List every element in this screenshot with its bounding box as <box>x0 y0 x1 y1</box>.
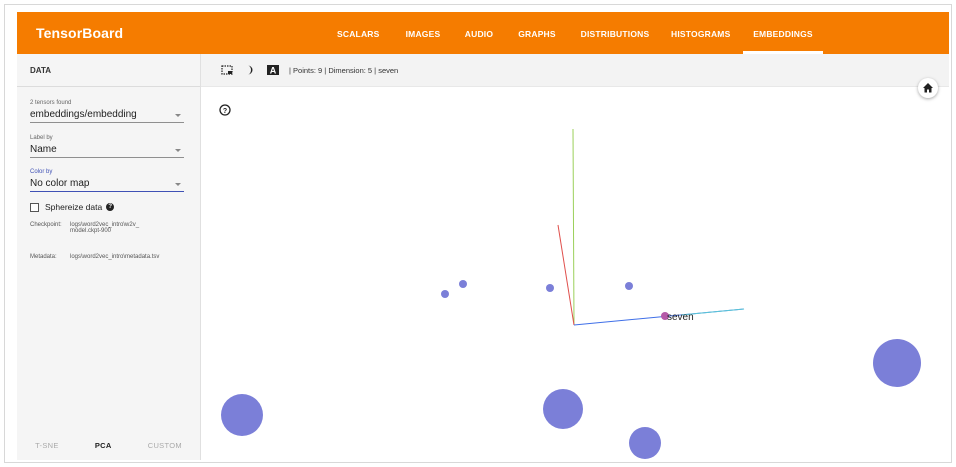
label-by-value[interactable]: Name <box>30 143 184 158</box>
point[interactable] <box>625 282 633 290</box>
help-icon[interactable]: ? <box>219 104 231 116</box>
metadata-value: logs\word2vec_intro\metadata.tsv <box>70 254 160 260</box>
projector-window: TensorBoard SCALARS IMAGES AUDIO GRAPHS … <box>4 4 952 463</box>
point[interactable] <box>543 389 583 429</box>
metadata-key: Metadata: <box>30 254 57 260</box>
tab-images[interactable]: IMAGES <box>403 12 443 54</box>
top-app-bar: TensorBoard SCALARS IMAGES AUDIO GRAPHS … <box>17 12 949 54</box>
help-icon[interactable]: ? <box>106 203 115 211</box>
tab-pca[interactable]: PCA <box>95 441 112 450</box>
points-status: | Points: 9 | Dimension: 5 | seven <box>289 66 399 75</box>
chevron-down-icon <box>175 149 181 152</box>
tab-audio[interactable]: AUDIO <box>461 12 497 54</box>
color-by-select[interactable]: Color by No color map <box>30 169 184 192</box>
label-by-text: Name <box>30 144 57 155</box>
point[interactable] <box>441 290 449 298</box>
tensor-select-label: 2 tensors found <box>30 100 72 106</box>
projector-toolbar: A | Points: 9 | Dimension: 5 | seven <box>201 54 949 87</box>
projection-canvas[interactable]: ? seven <box>201 87 949 460</box>
tab-scalars[interactable]: SCALARS <box>337 12 379 54</box>
checkpoint-row: Checkpoint: logs\word2vec_intro\w2v_ mod… <box>30 222 180 234</box>
color-by-value[interactable]: No color map <box>30 177 184 192</box>
label-by-select[interactable]: Label by Name <box>30 135 184 158</box>
tensor-select-text: embeddings/embedding <box>30 109 137 120</box>
point[interactable] <box>459 280 467 288</box>
tab-embeddings[interactable]: EMBEDDINGS <box>743 12 823 54</box>
night-mode-icon[interactable] <box>245 65 257 75</box>
y-axis <box>572 128 575 326</box>
chevron-down-icon <box>175 114 181 117</box>
chevron-down-icon <box>175 183 181 186</box>
tensor-select[interactable]: 2 tensors found embeddings/embedding <box>30 100 184 123</box>
checkpoint-value: logs\word2vec_intro\w2v_ model.ckpt-900 <box>70 222 140 234</box>
label-by-label: Label by <box>30 135 53 141</box>
select-rectangle-icon[interactable] <box>221 65 233 75</box>
point[interactable] <box>629 427 661 459</box>
label-toggle-icon[interactable]: A <box>267 65 279 75</box>
color-by-label: Color by <box>30 169 53 175</box>
sphereize-checkbox[interactable] <box>30 202 39 212</box>
tab-distributions[interactable]: DISTRIBUTIONS <box>579 12 651 54</box>
point[interactable] <box>546 284 554 292</box>
nav-tabs: SCALARS IMAGES AUDIO GRAPHS DISTRIBUTION… <box>17 12 949 54</box>
tab-graphs[interactable]: GRAPHS <box>517 12 557 54</box>
tensor-select-value[interactable]: embeddings/embedding <box>30 108 184 123</box>
point-label: seven <box>667 312 694 323</box>
tab-custom[interactable]: CUSTOM <box>148 441 182 450</box>
data-panel: DATA 2 tensors found embeddings/embeddin… <box>17 54 201 460</box>
sphereize-row: Sphereize data ? <box>30 202 115 212</box>
svg-text:A: A <box>270 66 277 76</box>
point[interactable] <box>221 394 263 436</box>
tab-histograms[interactable]: HISTOGRAMS <box>671 12 730 54</box>
svg-text:?: ? <box>223 108 227 115</box>
data-panel-title: DATA <box>17 54 200 87</box>
tab-tsne[interactable]: T-SNE <box>35 441 59 450</box>
sphereize-label: Sphereize data <box>45 202 103 212</box>
color-by-text: No color map <box>30 178 90 189</box>
checkpoint-key: Checkpoint: <box>30 222 62 228</box>
projection-tabs: T-SNE PCA CUSTOM <box>17 430 200 460</box>
point[interactable] <box>873 339 921 387</box>
metadata-row: Metadata: logs\word2vec_intro\metadata.t… <box>30 254 180 260</box>
z-axis <box>557 224 575 326</box>
